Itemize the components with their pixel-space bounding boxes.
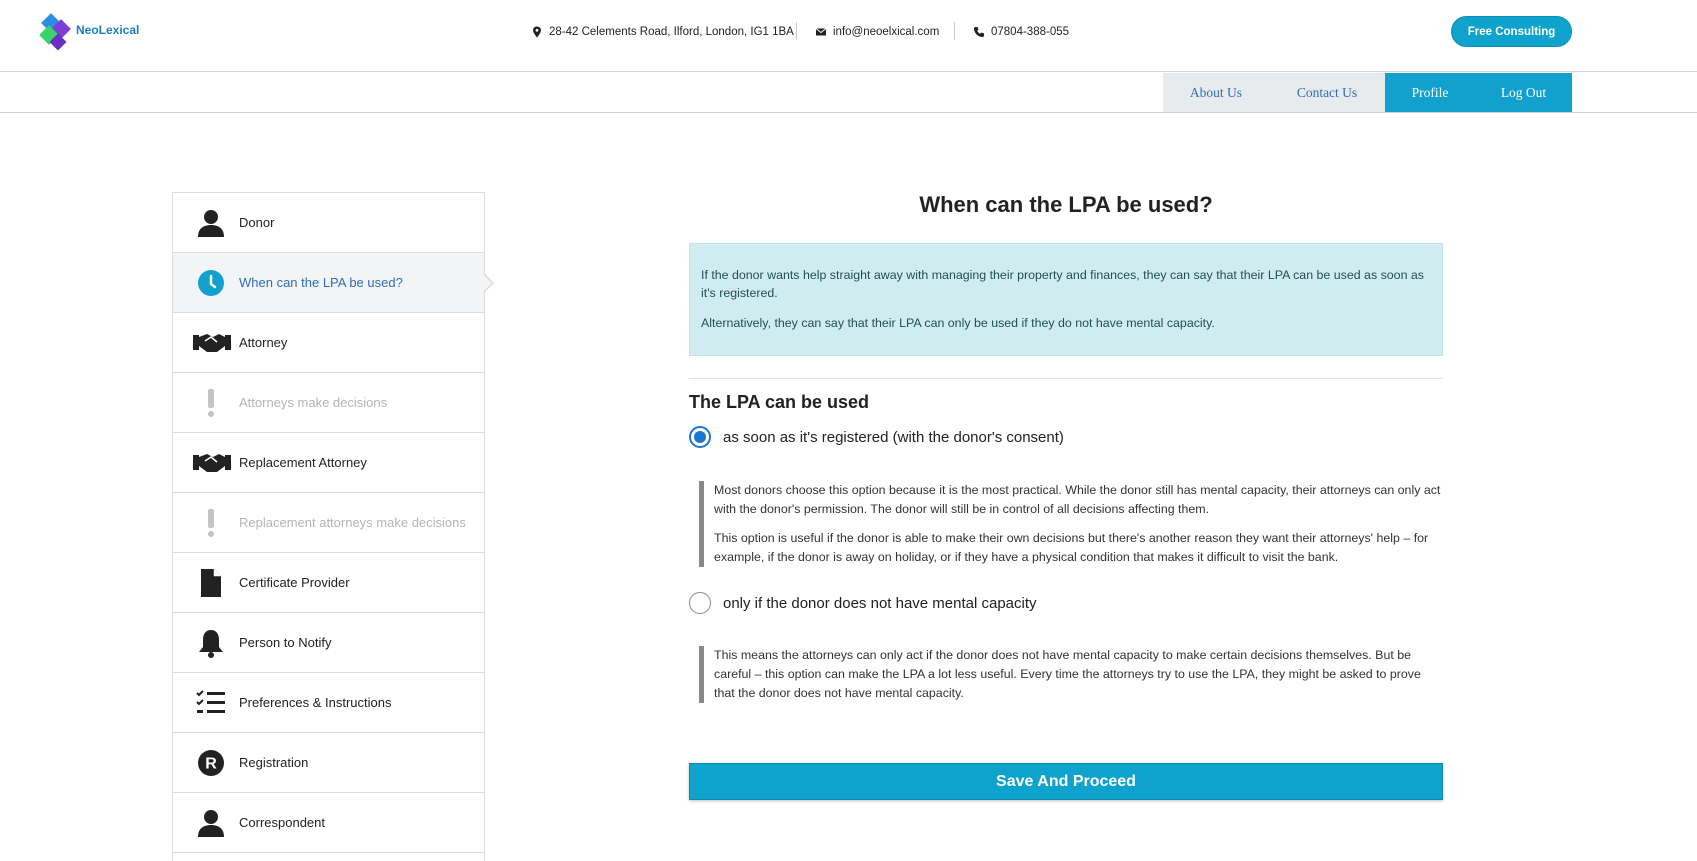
option-2-description: This means the attorneys can only act if… [699,646,1443,703]
exclamation-icon [195,507,227,539]
sidebar-item-attorneys-decisions: Attorneys make decisions [173,373,484,433]
page-title: When can the LPA be used? [919,192,1213,217]
person-icon [195,207,227,239]
handshake-icon [193,327,231,359]
radio-button[interactable] [689,592,711,614]
sidebar-item-label: Donor [239,215,275,230]
sidebar-item-label: Registration [239,755,309,770]
clock-icon [195,267,227,299]
info-paragraph: Alternatively, they can say that their L… [701,316,1215,330]
location-pin-icon [533,26,541,38]
option-as-soon-as-registered[interactable]: as soon as it's registered (with the don… [689,426,1064,448]
sidebar-item-replacement-attorney[interactable]: Replacement Attorney [173,433,484,493]
sidebar-item-label: Replacement Attorney [239,455,367,470]
email-item[interactable]: info@neoelxical.com [815,24,939,40]
sidebar-item-label: When can the LPA be used? [239,275,403,290]
sidebar-item-person-to-notify[interactable]: Person to Notify [173,613,484,673]
document-icon [195,567,227,599]
phone-item[interactable]: 07804-388-055 [973,24,1069,40]
address-text: 28-42 Celements Road, Ilford, London, IG… [549,26,794,38]
sidebar-item-replacement-decisions: Replacement attorneys make decisions [173,493,484,553]
nav-about-us[interactable]: About Us [1163,73,1269,112]
sidebar-item-label: Replacement attorneys make decisions [239,515,466,530]
logo-text: NeoLexical [76,23,140,37]
nav-profile[interactable]: Profile [1385,73,1475,112]
sidebar-item-label: Certificate Provider [239,575,350,590]
info-alert: If the donor wants help straight away wi… [689,243,1443,356]
top-header: NeoLexical 28-42 Celements Road, Ilford,… [0,0,1697,72]
exclamation-icon [195,387,227,419]
puzzle-logo-icon [40,13,71,51]
phone-text[interactable]: 07804-388-055 [991,26,1069,38]
sidebar-item-certificate-provider[interactable]: Certificate Provider [173,553,484,613]
nav-log-out[interactable]: Log Out [1475,73,1572,112]
sidebar-item-label: Preferences & Instructions [239,695,392,710]
main-nav: About Us Contact Us Profile Log Out [0,73,1697,113]
bell-icon [195,627,227,659]
svg-text:R: R [205,756,217,773]
radio-label[interactable]: only if the donor does not have mental c… [723,595,1037,612]
active-pointer [483,273,494,293]
sidebar-item-donor[interactable]: Donor [173,193,484,253]
nav-contact-us[interactable]: Contact Us [1269,73,1385,112]
sidebar-item-label: Correspondent [239,815,325,830]
sidebar-item-when-lpa-used[interactable]: When can the LPA be used? [173,253,494,313]
free-consulting-button[interactable]: Free Consulting [1451,16,1572,47]
divider [796,22,797,40]
radio-button-checked[interactable] [689,426,711,448]
save-and-proceed-button[interactable]: Save And Proceed [689,763,1443,800]
description-paragraph: Most donors choose this option because i… [714,483,1441,516]
phone-icon [974,27,984,37]
email-text[interactable]: info@neoelxical.com [833,26,939,38]
sidebar-item-label: Person to Notify [239,635,332,650]
section-title: The LPA can be used [689,392,870,412]
sidebar-item-attorney[interactable]: Attorney [173,313,484,373]
option-1-description: Most donors choose this option because i… [699,481,1443,567]
handshake-icon [193,447,231,479]
envelope-icon [815,28,827,36]
section-divider [689,378,1443,379]
sidebar-item-label: Attorney [239,335,288,350]
divider [954,22,955,40]
person-icon [195,807,227,839]
sidebar-item-label: Attorneys make decisions [239,395,388,410]
description-paragraph: This option is useful if the donor is ab… [714,531,1429,564]
description-paragraph: This means the attorneys can only act if… [714,648,1421,700]
registered-icon: R [195,747,227,779]
sidebar-item-correspondent[interactable]: Correspondent [173,793,484,853]
sidebar-item-registration[interactable]: R Registration [173,733,484,793]
steps-sidebar: Donor When can the LPA be used? Attorney… [172,192,494,861]
sidebar-item-preferences[interactable]: Preferences & Instructions [173,673,484,733]
address-item: 28-42 Celements Road, Ilford, London, IG… [531,24,794,40]
option-no-mental-capacity[interactable]: only if the donor does not have mental c… [689,592,1037,614]
info-paragraph: If the donor wants help straight away wi… [701,268,1424,300]
checklist-icon [195,687,227,719]
logo[interactable]: NeoLexical [40,8,160,54]
radio-label[interactable]: as soon as it's registered (with the don… [723,429,1064,446]
